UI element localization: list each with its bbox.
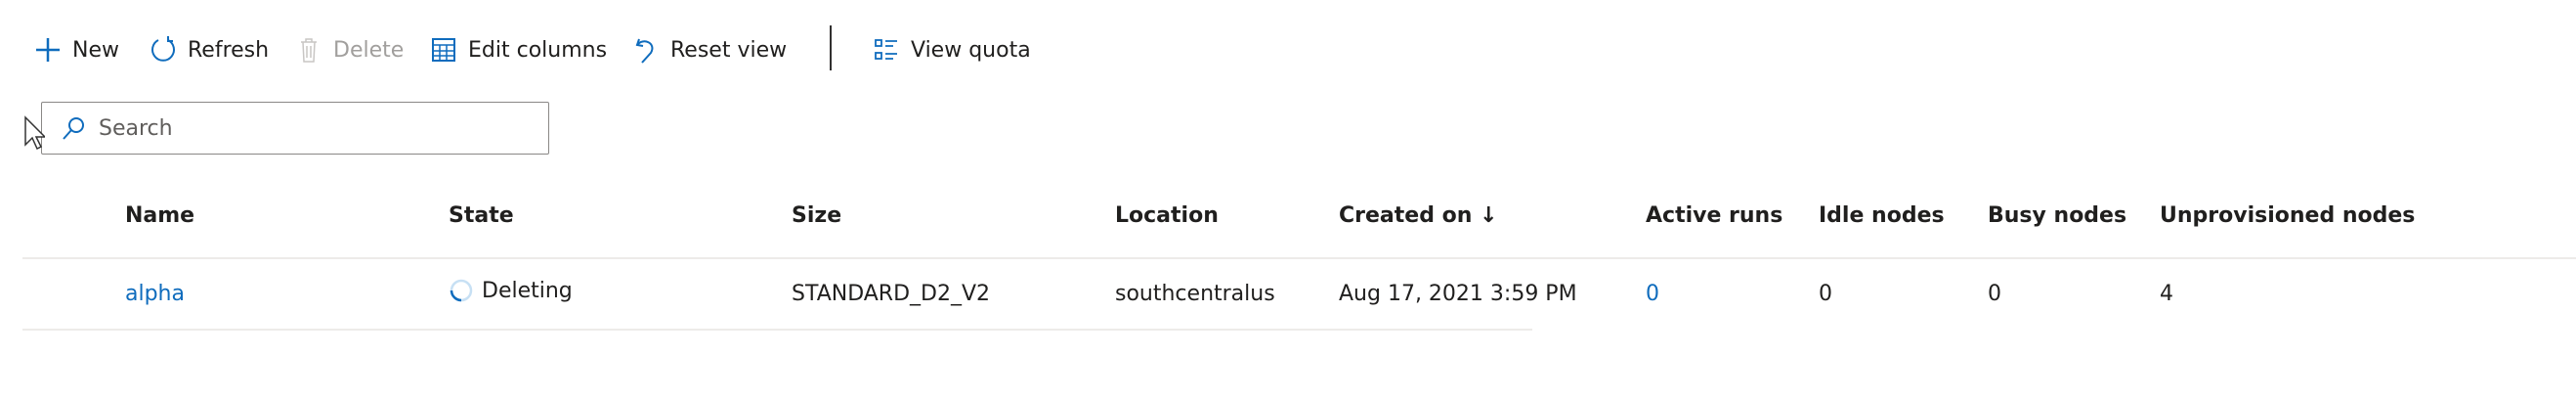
view-quota-button[interactable]: View quota — [872, 33, 1031, 67]
column-header-busy-nodes[interactable]: Busy nodes — [1988, 203, 2126, 228]
reset-view-label: Reset view — [670, 37, 788, 63]
spinner-icon — [450, 279, 473, 302]
unprovisioned-nodes-cell: 4 — [2160, 282, 2173, 306]
state-cell: Deleting — [449, 278, 573, 303]
active-runs-link[interactable]: 0 — [1646, 282, 1659, 306]
compute-name-link[interactable]: alpha — [125, 282, 185, 306]
table-icon — [432, 38, 455, 62]
column-header-idle-nodes[interactable]: Idle nodes — [1819, 203, 1945, 228]
refresh-icon — [151, 36, 175, 62]
toolbar-divider — [830, 25, 832, 70]
header-divider — [22, 257, 2576, 259]
undo-icon — [635, 38, 654, 64]
state-text: Deleting — [482, 278, 573, 303]
reset-view-button[interactable]: Reset view — [631, 33, 787, 67]
column-header-name[interactable]: Name — [125, 203, 194, 228]
search-placeholder: Search — [99, 115, 173, 141]
column-header-created-on[interactable]: Created on ↓ — [1339, 203, 1497, 228]
new-button[interactable]: New — [33, 33, 119, 67]
refresh-button[interactable]: Refresh — [149, 33, 269, 67]
edit-columns-label: Edit columns — [468, 37, 608, 63]
column-header-size[interactable]: Size — [792, 203, 841, 228]
column-header-unprovisioned-nodes[interactable]: Unprovisioned nodes — [2160, 203, 2415, 228]
refresh-label: Refresh — [188, 37, 270, 63]
size-cell: STANDARD_D2_V2 — [792, 282, 991, 306]
column-header-active-runs[interactable]: Active runs — [1646, 203, 1782, 228]
busy-nodes-cell: 0 — [1988, 282, 2001, 306]
plus-icon — [36, 38, 60, 62]
mouse-cursor-icon — [24, 115, 45, 151]
delete-label: Delete — [333, 37, 405, 63]
delete-button[interactable]: Delete — [294, 33, 404, 67]
search-icon — [63, 117, 84, 140]
search-input[interactable]: Search — [41, 102, 549, 155]
edit-columns-button[interactable]: Edit columns — [429, 33, 607, 67]
row-divider — [22, 329, 1532, 331]
location-cell: southcentralus — [1115, 282, 1275, 306]
column-header-location[interactable]: Location — [1115, 203, 1219, 228]
column-header-state[interactable]: State — [449, 203, 514, 228]
new-label: New — [72, 37, 119, 63]
list-icon — [875, 39, 897, 60]
idle-nodes-cell: 0 — [1819, 282, 1832, 306]
trash-icon — [301, 38, 317, 63]
view-quota-label: View quota — [911, 37, 1031, 63]
created-on-cell: Aug 17, 2021 3:59 PM — [1339, 282, 1577, 306]
